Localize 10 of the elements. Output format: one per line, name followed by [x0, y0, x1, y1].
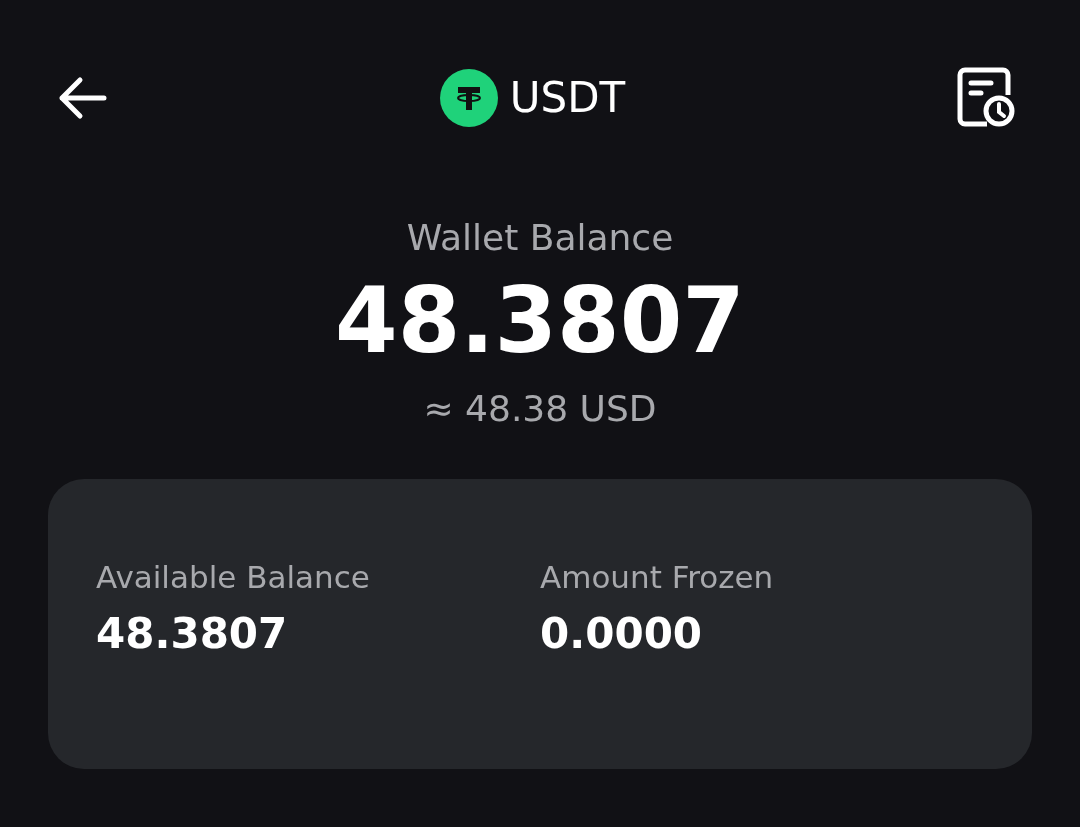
history-icon[interactable] — [957, 66, 1017, 129]
coin-icon — [439, 68, 498, 127]
detail-label: Available Balance — [96, 559, 371, 595]
balance-label: Wallet Balance — [406, 217, 674, 258]
balance-amount: 48.3807 — [335, 267, 745, 375]
detail-value: 0.0000 — [540, 609, 704, 658]
detail-label: Amount Frozen — [540, 559, 775, 595]
coin-title: USDT — [509, 73, 626, 122]
fiat-value: ≈ 48.38 USD — [423, 388, 657, 429]
detail-value: 48.3807 — [96, 609, 289, 658]
